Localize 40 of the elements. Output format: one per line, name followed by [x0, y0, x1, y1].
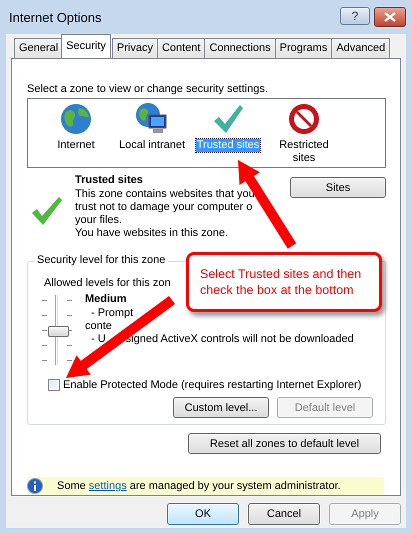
zone-description: You have websites in this zone.	[75, 227, 228, 240]
tab[interactable]: Content	[156, 38, 206, 58]
tab[interactable]: Programs	[274, 38, 332, 58]
sites-button[interactable]: Sites	[290, 177, 386, 198]
no-entry-icon	[287, 102, 321, 136]
tab[interactable]: Advanced	[331, 38, 390, 58]
globe-icon	[59, 102, 93, 136]
tab[interactable]: General	[14, 38, 64, 58]
zone-prompt: Select a zone to view or change security settings.	[27, 83, 269, 95]
level-name: Medium	[85, 293, 128, 305]
help-button[interactable]: ?	[340, 7, 370, 25]
checkbox[interactable]	[48, 379, 60, 391]
zone-description: your files.	[75, 214, 122, 227]
tab[interactable]: Security	[61, 34, 111, 58]
info-text: Some settings are managed by your system administrator.	[57, 480, 341, 492]
tab[interactable]: Privacy	[112, 38, 158, 58]
zone-description: trust not to damage your computer o	[75, 201, 252, 214]
level-description: - U	[91, 333, 106, 345]
custom-level-button[interactable]: Custom level...	[173, 397, 269, 418]
checkbox-label: Enable Protected Mode (requires restarting Internet Explorer)	[63, 379, 362, 391]
zone-item[interactable]: Local intranet	[114, 100, 190, 167]
tab[interactable]: Connections	[204, 38, 276, 58]
globe-monitor-icon	[135, 102, 169, 136]
check-icon	[31, 196, 63, 226]
callout: Select Trusted sites and then check the box at the bottom	[186, 252, 382, 312]
close-button[interactable]	[374, 7, 406, 27]
zone-item[interactable]: Restricted sites	[266, 100, 342, 167]
group-legend: Security level for this zone	[34, 254, 168, 266]
ok-button[interactable]: OK	[167, 503, 239, 525]
close-icon	[383, 12, 397, 22]
cancel-button[interactable]: Cancel	[248, 503, 320, 525]
level-description: conte	[85, 320, 112, 332]
level-description: - Prompt	[91, 307, 134, 319]
zone-title: Trusted sites	[75, 174, 144, 186]
reset-button[interactable]: Reset all zones to default level	[188, 433, 381, 454]
allowed-levels-label: Allowed levels for this zon	[44, 277, 171, 289]
zone-item[interactable]: Internet	[38, 100, 114, 167]
window-title: Internet Options	[8, 10, 102, 24]
settings-link[interactable]: settings	[88, 480, 127, 492]
security-slider[interactable]	[39, 295, 75, 365]
